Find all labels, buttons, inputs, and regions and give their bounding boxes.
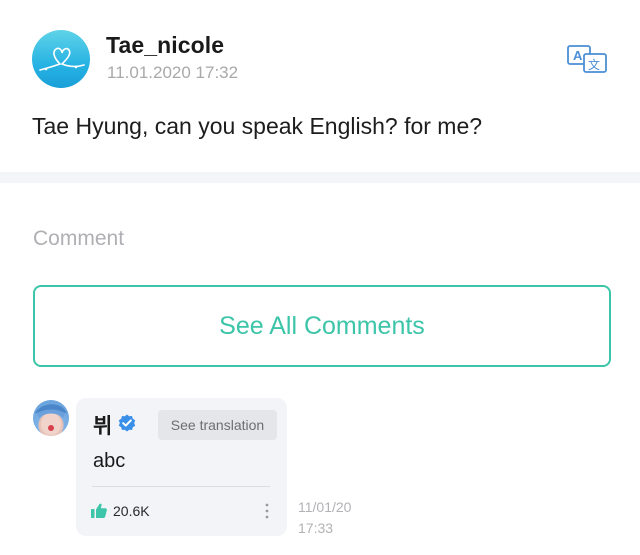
more-vertical-icon bbox=[265, 503, 269, 519]
see-all-comments-button[interactable]: See All Comments bbox=[33, 285, 611, 367]
see-translation-button[interactable]: See translation bbox=[158, 410, 277, 440]
thumbs-up-icon bbox=[91, 503, 107, 518]
heart-doodle-icon bbox=[39, 47, 85, 71]
post-timestamp: 11.01.2020 17:32 bbox=[107, 63, 239, 82]
comment-heading: Comment bbox=[33, 227, 125, 250]
verified-badge bbox=[118, 414, 136, 432]
profile-photo-icon bbox=[35, 404, 67, 435]
comment-date: 11/01/20 bbox=[298, 499, 352, 515]
post: Tae_nicole 11.01.2020 17:32 A 文 Tae Hyun… bbox=[0, 0, 640, 172]
commenter-name[interactable]: 뷔 bbox=[93, 410, 112, 440]
comment-timestamp: 11/01/20 17:33 bbox=[298, 497, 351, 539]
comment-card: 뷔 See translation abc 20.6K bbox=[76, 398, 287, 536]
translate-icon: A 文 bbox=[567, 45, 607, 73]
card-divider bbox=[92, 486, 270, 487]
section-divider bbox=[0, 172, 640, 183]
like-count: 20.6K bbox=[113, 503, 150, 519]
post-text: Tae Hyung, can you speak English? for me… bbox=[32, 113, 483, 139]
like-button[interactable] bbox=[91, 503, 107, 518]
verified-badge-icon bbox=[118, 414, 136, 432]
comment-avatar[interactable] bbox=[33, 400, 69, 436]
svg-text:文: 文 bbox=[588, 57, 600, 72]
svg-text:A: A bbox=[573, 48, 583, 63]
avatar[interactable] bbox=[32, 30, 90, 88]
translate-button[interactable]: A 文 bbox=[566, 44, 610, 74]
comment-text: abc bbox=[93, 450, 126, 472]
comment-time: 17:33 bbox=[298, 520, 334, 536]
post-username[interactable]: Tae_nicole bbox=[106, 32, 224, 59]
more-options-button[interactable] bbox=[264, 502, 270, 520]
